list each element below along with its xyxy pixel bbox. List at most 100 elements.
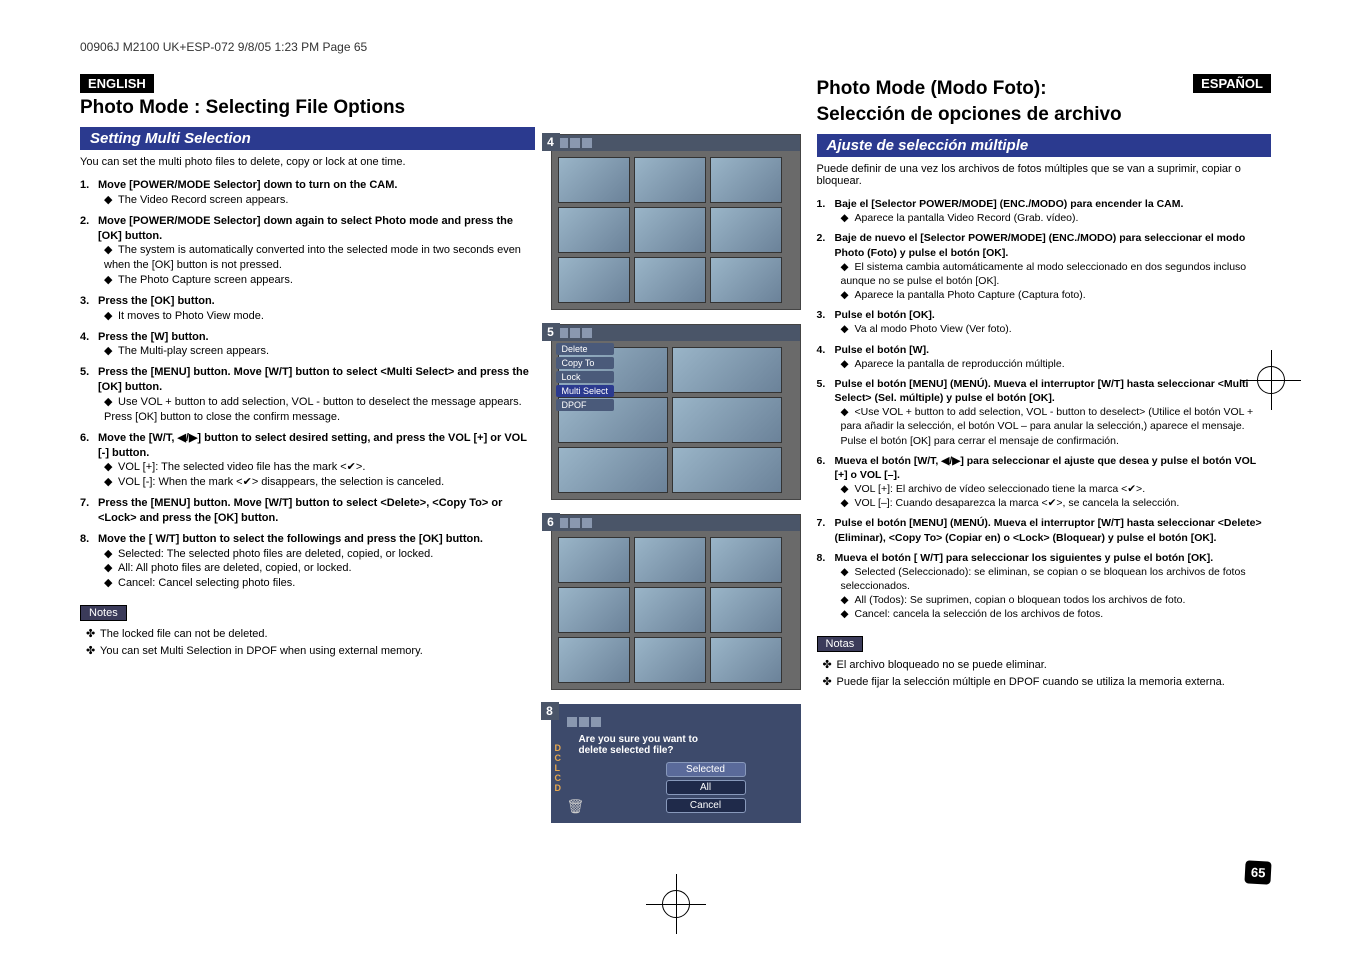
bullet-text: VOL [-]: When the mark <✔> disappears, t… — [118, 476, 444, 488]
thumbnail — [558, 587, 630, 633]
subtitle-right: Ajuste de selección múltiple — [817, 134, 1272, 157]
thumbnail — [558, 637, 630, 683]
lang-tag-english: ENGLISH — [80, 74, 154, 93]
steps-left: 1.Move [POWER/MODE Selector] down to tur… — [80, 178, 535, 591]
menu-item-delete[interactable]: Delete — [556, 343, 615, 355]
bullet-text: Use VOL + button to add selection, VOL -… — [104, 396, 522, 423]
diamond-icon: ◆ — [104, 561, 118, 576]
diamond-icon: ◆ — [841, 260, 855, 274]
section-title-left: Photo Mode : Selecting File Options — [80, 97, 535, 119]
bullet-text: Va al modo Photo View (Ver foto). — [855, 323, 1012, 335]
bullet-text: The Video Record screen appears. — [118, 194, 288, 206]
diamond-icon: ◆ — [841, 211, 855, 225]
bullet-text: The Multi-play screen appears. — [118, 345, 269, 357]
subtitle-left: Setting Multi Selection — [80, 127, 535, 150]
step-num: 8. — [80, 532, 98, 547]
thumbnail — [710, 587, 782, 633]
step-num: 5. — [80, 365, 98, 380]
diamond-icon: ◆ — [104, 576, 118, 591]
note-text: Puede fijar la selección múltiple en DPO… — [837, 676, 1225, 688]
diamond-icon: ◆ — [841, 357, 855, 371]
menu-item-copy-to[interactable]: Copy To — [556, 357, 615, 369]
step-text: Baje de nuevo el [Selector POWER/MODE] (… — [835, 232, 1246, 258]
bullet-text: All: All photo files are deleted, copied… — [118, 562, 352, 574]
diamond-icon: ◆ — [841, 288, 855, 302]
screenshot-6: 6 — [551, 514, 801, 690]
bullet-text: It moves to Photo View mode. — [118, 310, 264, 322]
step-text: Mueva el botón [ W/T] para seleccionar l… — [835, 552, 1214, 564]
dialog-btn-cancel[interactable]: Cancel — [666, 798, 746, 813]
step-num: 6. — [80, 431, 98, 446]
diamond-icon: ◆ — [104, 193, 118, 208]
dialog-question-line-1: Are you sure you want to — [579, 734, 698, 745]
plus-icon: ✤ — [823, 675, 837, 688]
note-text: The locked file can not be deleted. — [100, 628, 268, 640]
side-letter: D — [555, 784, 562, 794]
thumbnail — [710, 207, 782, 253]
bullet-text: The system is automatically converted in… — [104, 244, 521, 271]
step-text: Pulse el botón [MENU] (MENÚ). Mueva el i… — [835, 517, 1262, 543]
diamond-icon: ◆ — [104, 475, 118, 490]
step-text: Baje el [Selector POWER/MODE] (ENC./MODO… — [835, 198, 1184, 210]
thumbnail — [672, 347, 782, 393]
step-text: Press the [MENU] button. Move [W/T] butt… — [98, 497, 502, 524]
diamond-icon: ◆ — [104, 460, 118, 475]
menu-item-lock[interactable]: Lock — [556, 371, 615, 383]
section-title-right-1: Photo Mode (Modo Foto): — [817, 78, 1047, 100]
step-num: 4. — [80, 330, 98, 345]
bullet-text: VOL [–]: Cuando desaparezca la marca <✔>… — [855, 497, 1180, 509]
bullet-text: The Photo Capture screen appears. — [118, 274, 293, 286]
menu-item-multi-select[interactable]: Multi Select — [556, 385, 615, 397]
diamond-icon: ◆ — [104, 273, 118, 288]
trash-icon: 🗑 — [567, 798, 585, 815]
lang-tag-spanish: ESPAÑOL — [1193, 74, 1271, 93]
thumbnail — [558, 537, 630, 583]
bullet-text: Cancel: Cancel selecting photo files. — [118, 577, 295, 589]
diamond-icon: ◆ — [104, 243, 118, 258]
thumbnail — [710, 257, 782, 303]
step-text: Move the [ W/T] button to select the fol… — [98, 533, 483, 545]
step-text: Mueva el botón [W/T, ◀/▶] para seleccion… — [835, 455, 1256, 481]
diamond-icon: ◆ — [104, 309, 118, 324]
step-num: 7. — [817, 516, 835, 530]
dialog-btn-selected[interactable]: Selected — [666, 762, 746, 777]
diamond-icon: ◆ — [104, 395, 118, 410]
section-title-right-2: Selección de opciones de archivo — [817, 104, 1272, 126]
bullet-text: Selected: The selected photo files are d… — [118, 548, 433, 560]
plus-icon: ✤ — [86, 644, 100, 657]
screen-number: 5 — [542, 323, 560, 341]
step-text: Press the [W] button. — [98, 331, 209, 343]
step-text: Press the [OK] button. — [98, 295, 215, 307]
diamond-icon: ◆ — [841, 593, 855, 607]
diamond-icon: ◆ — [104, 344, 118, 359]
diamond-icon: ◆ — [104, 547, 118, 562]
screen-number: 4 — [542, 133, 560, 151]
thumbnail — [710, 637, 782, 683]
step-num: 3. — [817, 308, 835, 322]
thumbnail — [634, 257, 706, 303]
left-column: ENGLISH Photo Mode : Selecting File Opti… — [80, 74, 541, 823]
registration-mark-bottom — [646, 874, 706, 934]
notes-label-left: Notes — [80, 605, 127, 621]
screen-number: 6 — [542, 513, 560, 531]
diamond-icon: ◆ — [841, 322, 855, 336]
intro-right: Puede definir de una vez los archivos de… — [817, 163, 1272, 187]
menu-item-dpof[interactable]: DPOF — [556, 399, 615, 411]
step-text: Move [POWER/MODE Selector] down to turn … — [98, 179, 397, 191]
step-num: 7. — [80, 496, 98, 511]
screenshot-column: 4 5 Delete Copy To — [551, 134, 801, 823]
thumbnail — [672, 447, 782, 493]
bullet-text: Selected (Seleccionado): se eliminan, se… — [841, 566, 1246, 592]
diamond-icon: ◆ — [841, 405, 855, 419]
thumbnail — [558, 207, 630, 253]
bullet-text: El sistema cambia automáticamente al mod… — [841, 261, 1247, 287]
screenshot-5: 5 Delete Copy To Lock Multi Select DPOF — [551, 324, 801, 500]
right-column: Photo Mode (Modo Foto): ESPAÑOL Selecció… — [811, 74, 1272, 823]
step-num: 6. — [817, 454, 835, 468]
note-text: You can set Multi Selection in DPOF when… — [100, 645, 423, 657]
thumbnail — [710, 157, 782, 203]
steps-right: 1.Baje el [Selector POWER/MODE] (ENC./MO… — [817, 197, 1272, 622]
dialog-btn-all[interactable]: All — [666, 780, 746, 795]
thumbnail — [634, 537, 706, 583]
thumbnail — [710, 537, 782, 583]
